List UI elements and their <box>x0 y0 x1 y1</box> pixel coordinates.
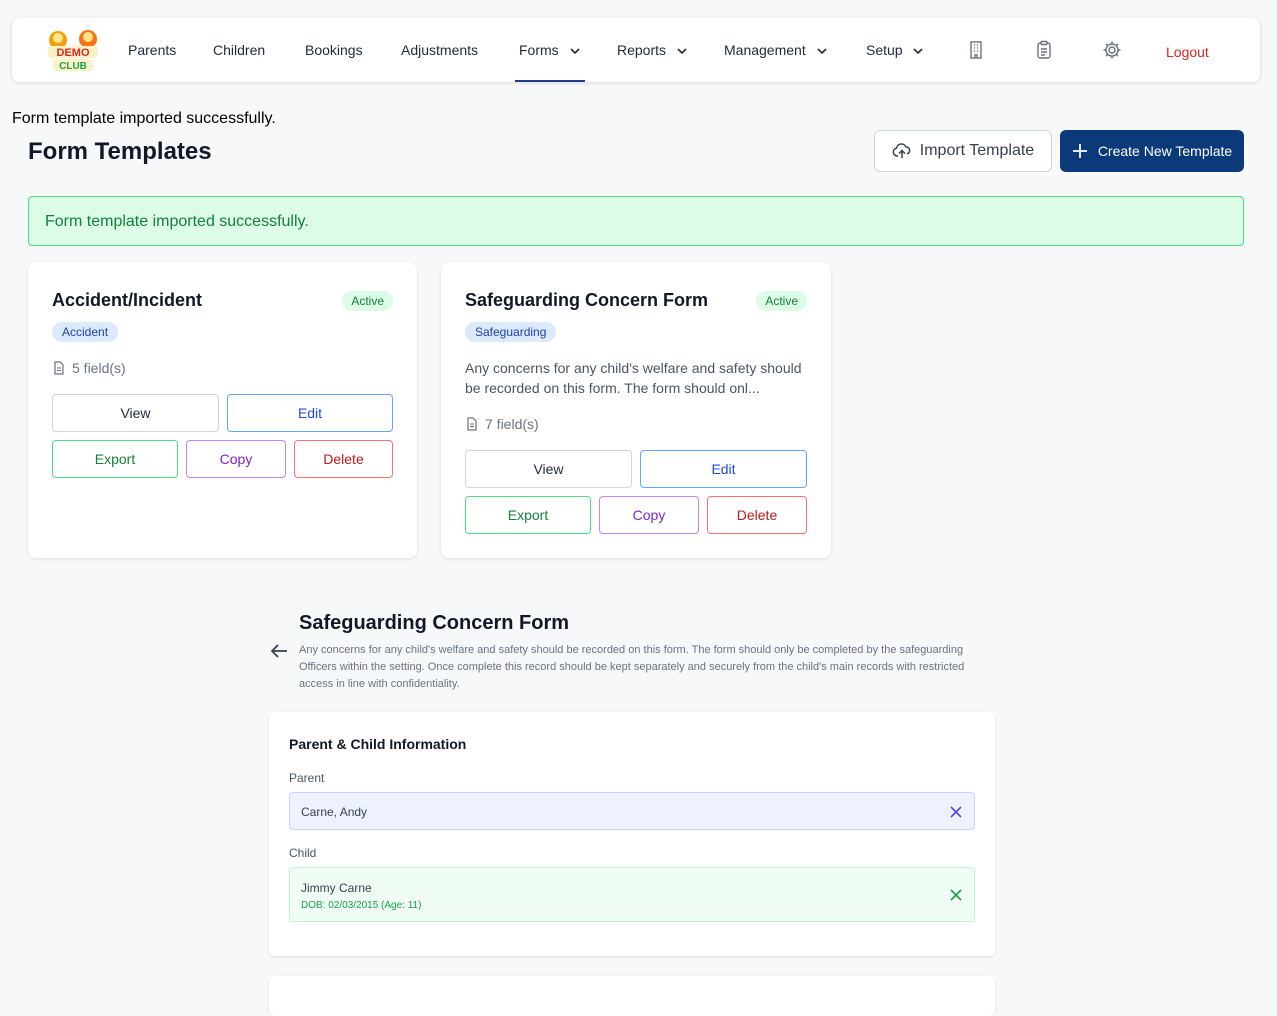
import-status-message: Form template imported successfully. <box>12 110 276 127</box>
gear-icon[interactable] <box>1102 40 1122 60</box>
logout-link[interactable]: Logout <box>1166 20 1209 84</box>
nav-setup[interactable]: Setup <box>866 18 924 82</box>
nav-forms[interactable]: Forms <box>515 18 585 82</box>
nav-adjustments[interactable]: Adjustments <box>401 18 478 82</box>
nav-management[interactable]: Management <box>724 18 828 82</box>
create-new-template-button[interactable]: Create New Template <box>1060 130 1244 172</box>
parent-label: Parent <box>289 771 325 785</box>
plus-icon <box>1072 144 1087 158</box>
nav-setup-label: Setup <box>866 42 903 58</box>
nav-forms-label: Forms <box>519 42 559 58</box>
nav-reports[interactable]: Reports <box>617 18 688 82</box>
cloud-upload-icon <box>892 143 911 158</box>
preview-description: Any concerns for any child's welfare and… <box>299 644 965 690</box>
nav-management-label: Management <box>724 42 806 58</box>
section-title: Parent & Child Information <box>289 736 467 752</box>
view-button[interactable]: View <box>465 450 632 488</box>
nav-children[interactable]: Children <box>213 18 265 82</box>
template-card-safeguarding: Safeguarding Concern Form Active Safegua… <box>441 262 831 558</box>
nav-parents[interactable]: Parents <box>128 18 176 82</box>
edit-button[interactable]: Edit <box>227 394 393 432</box>
template-title: Safeguarding Concern Form <box>465 290 709 310</box>
copy-button[interactable]: Copy <box>186 440 286 478</box>
parent-select[interactable]: Carne, Andy <box>289 792 975 830</box>
parent-value: Carne, Andy <box>301 805 368 819</box>
child-label: Child <box>289 846 317 860</box>
clipboard-icon[interactable] <box>1034 40 1054 60</box>
next-section <box>269 976 995 1016</box>
template-description: Any concerns for any child's welfare and… <box>465 360 802 396</box>
back-arrow-icon[interactable] <box>268 640 290 662</box>
nav-bookings-label: Bookings <box>305 42 363 58</box>
document-icon <box>467 417 477 431</box>
field-count-text: 5 field(s) <box>72 360 126 376</box>
category-badge: Safeguarding <box>465 322 557 342</box>
field-count-text: 7 field(s) <box>485 416 539 432</box>
child-dob: DOB: 02/03/2015 (Age: 11) <box>301 900 422 911</box>
success-alert: Form template imported successfully. <box>28 196 1244 246</box>
import-template-button[interactable]: Import Template <box>874 130 1052 172</box>
preview-title: Safeguarding Concern Form <box>299 612 570 634</box>
category-badge: Accident <box>52 322 119 342</box>
edit-button[interactable]: Edit <box>640 450 807 488</box>
clear-parent-icon[interactable] <box>948 804 964 820</box>
svg-text:CLUB: CLUB <box>59 61 87 72</box>
status-badge: Active <box>342 291 393 311</box>
copy-button[interactable]: Copy <box>599 496 699 534</box>
import-template-label: Import Template <box>919 142 1035 159</box>
svg-text:DEMO: DEMO <box>57 47 90 59</box>
building-icon[interactable] <box>966 40 986 60</box>
logout-label: Logout <box>1166 44 1209 60</box>
template-title: Accident/Incident <box>52 290 203 310</box>
nav-adjustments-label: Adjustments <box>401 42 479 58</box>
delete-button[interactable]: Delete <box>707 496 807 534</box>
status-badge: Active <box>756 291 807 311</box>
nav-reports-label: Reports <box>617 42 667 58</box>
child-name: Jimmy Carne <box>301 881 372 895</box>
create-new-template-label: Create New Template <box>1097 143 1233 159</box>
chevron-down-icon <box>569 48 580 55</box>
field-count: 5 field(s) <box>52 360 126 376</box>
field-count: 7 field(s) <box>465 416 539 432</box>
nav-children-label: Children <box>213 42 266 58</box>
document-icon <box>54 361 64 375</box>
chevron-down-icon <box>913 48 924 55</box>
template-card-accident: Accident/Incident Active Accident 5 fiel… <box>28 262 417 558</box>
demo-club-logo[interactable]: DEMO CLUB <box>44 26 102 74</box>
export-button[interactable]: Export <box>52 440 178 478</box>
child-select[interactable]: Jimmy Carne DOB: 02/03/2015 (Age: 11) <box>289 867 975 922</box>
nav-bookings[interactable]: Bookings <box>305 18 363 82</box>
chevron-down-icon <box>817 48 827 55</box>
clear-child-icon[interactable] <box>948 887 964 903</box>
view-button[interactable]: View <box>52 394 219 432</box>
top-navbar: DEMO CLUB Parents Children Bookings Adju… <box>12 18 1260 82</box>
export-button[interactable]: Export <box>465 496 591 534</box>
delete-button[interactable]: Delete <box>294 440 393 478</box>
nav-parents-label: Parents <box>128 42 177 58</box>
parent-child-section: Parent & Child Information Parent Carne,… <box>269 712 995 956</box>
chevron-down-icon <box>677 48 687 55</box>
page-title: Form Templates <box>28 138 212 165</box>
